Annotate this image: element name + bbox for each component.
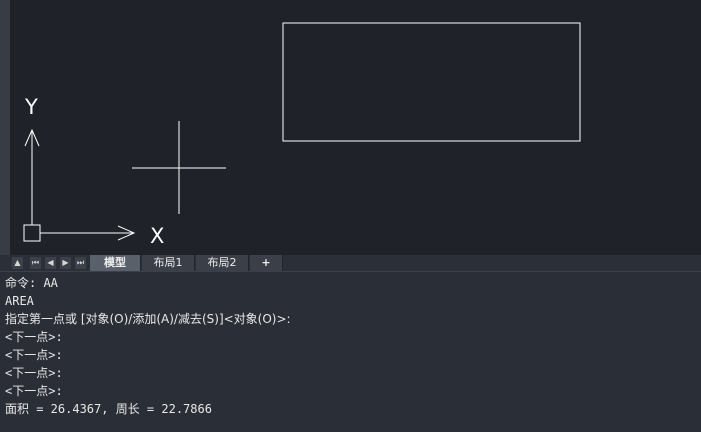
add-layout-button[interactable]: + bbox=[250, 255, 283, 271]
command-line: 命令: AA bbox=[5, 276, 58, 290]
prev-tab-icon[interactable]: ◀ bbox=[45, 257, 56, 269]
command-line: <下一点>: bbox=[5, 330, 63, 344]
command-line: AREA bbox=[5, 294, 34, 308]
tab-layout1[interactable]: 布局1 bbox=[142, 255, 195, 271]
ucs-icon: Y X bbox=[23, 95, 164, 248]
ucs-x-label: X bbox=[150, 224, 164, 248]
tab-model[interactable]: 模型 bbox=[90, 255, 141, 271]
command-history[interactable]: 命令: AA AREA 指定第一点或 [对象(O)/添加(A)/减去(S)]<对… bbox=[0, 272, 701, 432]
command-line: <下一点>: bbox=[5, 366, 63, 380]
command-line: <下一点>: bbox=[5, 384, 63, 398]
scroll-up-icon[interactable]: ▲ bbox=[12, 257, 23, 269]
drawing-canvas[interactable]: Y X bbox=[10, 0, 701, 257]
next-tab-icon[interactable]: ▶ bbox=[60, 257, 71, 269]
cad-application: Y X ▲ ⏮ ◀ ▶ ⏭ 模型 布局1 布局2 + 命令: AA AREA 指… bbox=[0, 0, 701, 432]
crosshair-cursor bbox=[132, 121, 226, 214]
last-tab-icon[interactable]: ⏭ bbox=[75, 257, 86, 269]
command-line: 指定第一点或 [对象(O)/添加(A)/减去(S)]<对象(O)>: bbox=[5, 312, 291, 326]
tab-layout2[interactable]: 布局2 bbox=[196, 255, 249, 271]
first-tab-icon[interactable]: ⏮ bbox=[30, 257, 41, 269]
viewport-left-edge bbox=[0, 0, 10, 257]
command-result: 面积 = 26.4367, 周长 = 22.7866 bbox=[5, 402, 212, 416]
ucs-y-label: Y bbox=[24, 95, 38, 119]
drawn-rectangle[interactable] bbox=[282, 22, 581, 142]
drawing-viewport[interactable]: Y X bbox=[10, 0, 701, 257]
command-line: <下一点>: bbox=[5, 348, 63, 362]
layout-tab-bar: ▲ ⏮ ◀ ▶ ⏭ 模型 布局1 布局2 + bbox=[0, 255, 701, 272]
